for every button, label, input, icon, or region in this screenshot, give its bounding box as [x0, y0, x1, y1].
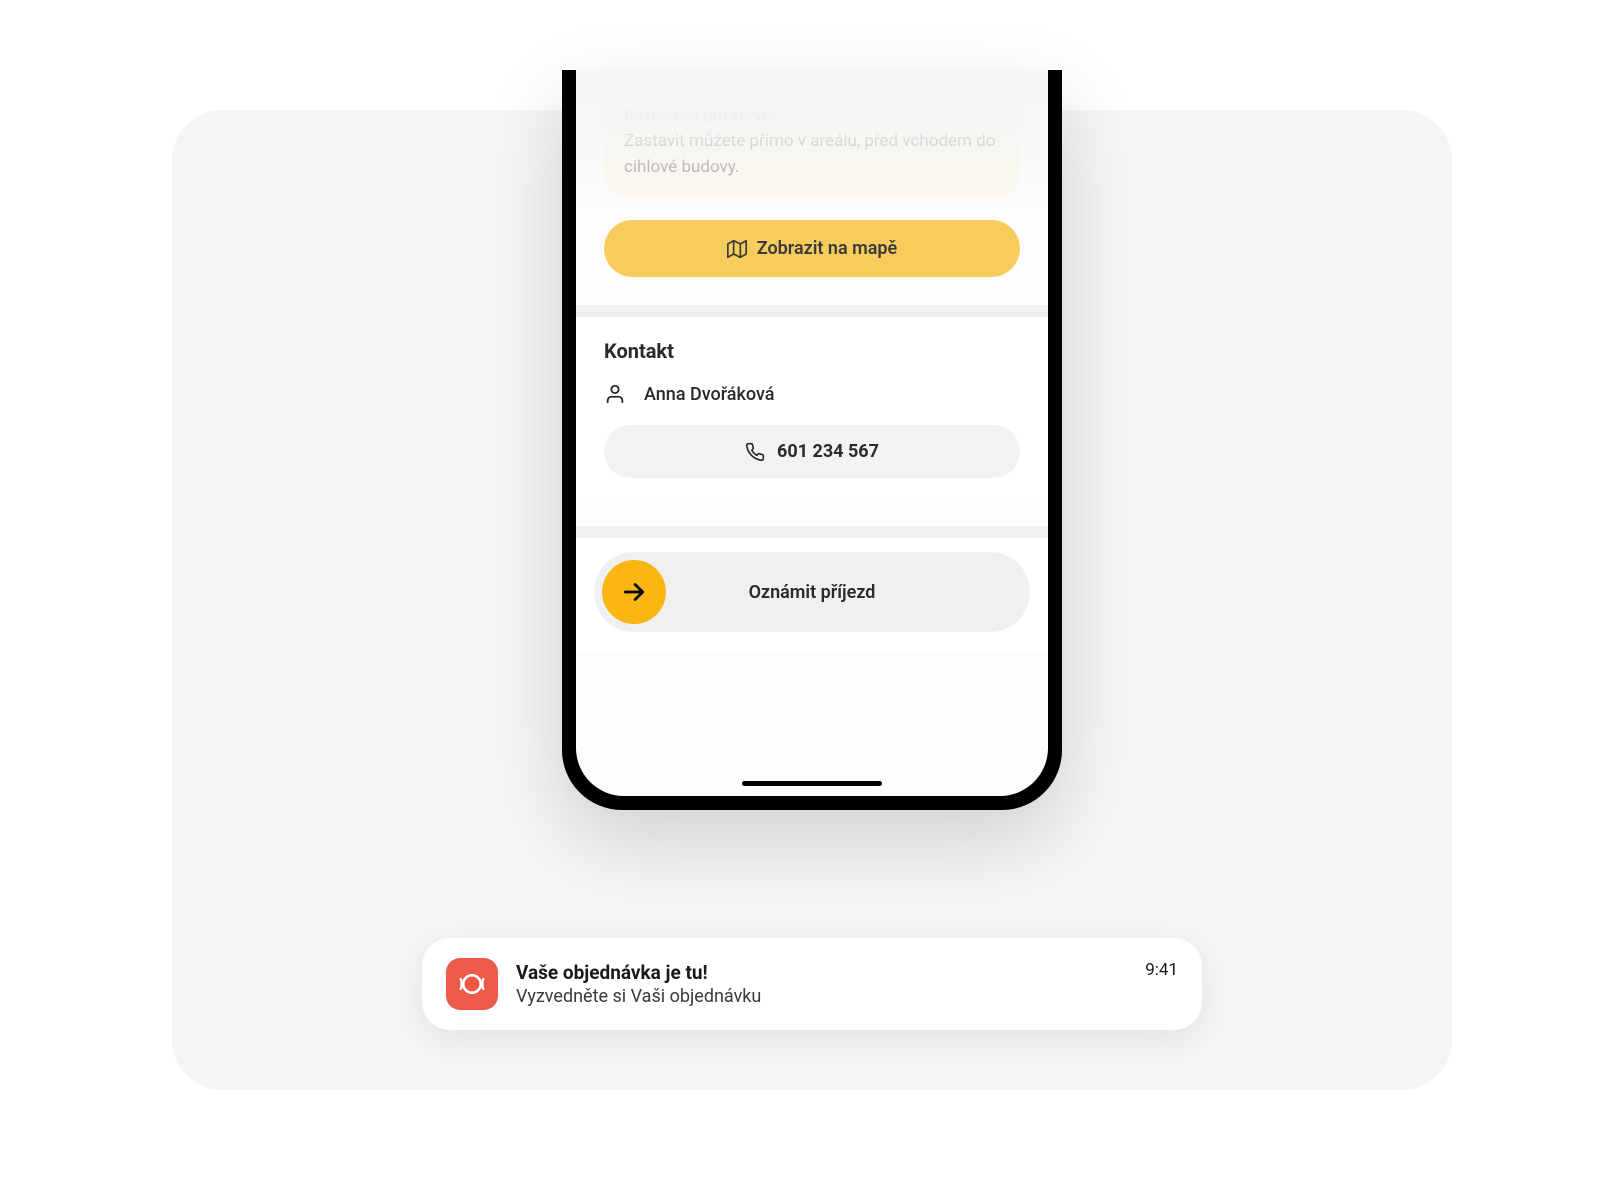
notification-time: 9:41: [1145, 960, 1178, 980]
show-on-map-label: Zobrazit na mapě: [757, 238, 897, 259]
contact-name-row: Anna Dvořáková: [604, 383, 1020, 405]
show-on-map-button[interactable]: Zobrazit na mapě: [604, 220, 1020, 277]
notification-content: Vaše objednávka je tu! Vyzvedněte si Vaš…: [516, 961, 1127, 1007]
push-notification[interactable]: Vaše objednávka je tu! Vyzvedněte si Vaš…: [422, 938, 1202, 1030]
section-divider-2: [576, 526, 1048, 538]
notification-body: Vyzvedněte si Vaši objednávku: [516, 986, 1127, 1007]
phone-screen: Poznámka pro kurýra Zastavit můžete přím…: [576, 70, 1048, 796]
notification-title: Vaše objednávka je tu!: [516, 961, 1127, 984]
app-icon: [446, 958, 498, 1010]
call-contact-button[interactable]: 601 234 567: [604, 425, 1020, 478]
phone-frame: Poznámka pro kurýra Zastavit můžete přím…: [562, 70, 1062, 810]
courier-note-card: Poznámka pro kurýra Zastavit můžete přím…: [604, 90, 1020, 196]
announce-arrival-label: Oznámit příjezd: [602, 582, 1022, 603]
person-icon: [604, 383, 626, 405]
contact-section: Kontakt Anna Dvořáková: [576, 317, 1048, 498]
section-divider: [576, 305, 1048, 317]
contact-name: Anna Dvořáková: [644, 384, 774, 405]
announce-arrival-slider[interactable]: Oznámit příjezd: [594, 552, 1030, 632]
phone-icon: [745, 442, 765, 462]
courier-note-label: Poznámka pro kurýra: [624, 106, 1000, 125]
contact-section-title: Kontakt: [604, 339, 1020, 363]
courier-note-text: Zastavit můžete přímo v areálu, před vch…: [624, 129, 1000, 180]
map-icon: [727, 239, 747, 259]
arrival-section: Oznámit příjezd: [576, 538, 1048, 652]
home-indicator[interactable]: [742, 781, 882, 786]
contact-phone-number: 601 234 567: [777, 441, 879, 462]
canvas-container: Poznámka pro kurýra Zastavit můžete přím…: [172, 110, 1452, 1090]
